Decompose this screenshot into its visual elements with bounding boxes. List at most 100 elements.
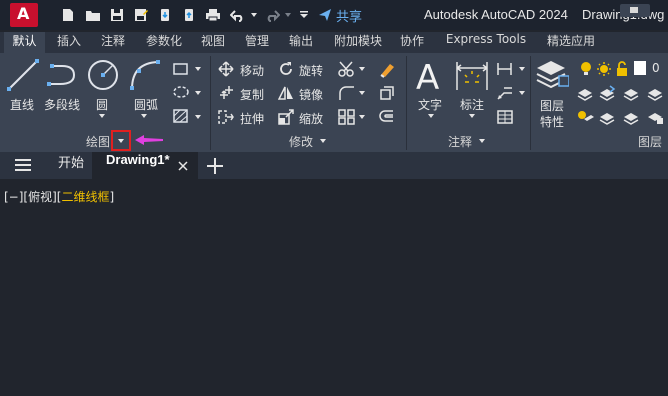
tab-annotate[interactable]: 注释 bbox=[93, 32, 133, 53]
multileader-icon[interactable] bbox=[496, 85, 514, 101]
copy-icon[interactable] bbox=[218, 85, 234, 101]
move-label[interactable]: 移动 bbox=[240, 62, 264, 79]
tab-express-tools[interactable]: Express Tools bbox=[439, 32, 533, 53]
open-icon[interactable] bbox=[82, 0, 104, 30]
layer-properties-label-2[interactable]: 特性 bbox=[540, 113, 564, 130]
viewport-controls[interactable]: [−][俯视][二维线框] bbox=[4, 188, 114, 205]
plot-icon[interactable] bbox=[203, 0, 223, 30]
share-button[interactable]: 共享 bbox=[318, 6, 362, 25]
dimension-label[interactable]: 标注 bbox=[460, 96, 484, 113]
save-icon[interactable] bbox=[107, 0, 127, 30]
offset-icon[interactable] bbox=[378, 108, 396, 126]
scale-icon[interactable] bbox=[278, 109, 294, 125]
visual-style-label[interactable]: 二维线框 bbox=[61, 190, 109, 204]
boundary-dropdown-icon[interactable] bbox=[195, 115, 201, 119]
mirror-label[interactable]: 镜像 bbox=[299, 86, 323, 103]
trim-icon[interactable] bbox=[338, 61, 356, 77]
leader-dropdown-icon[interactable] bbox=[519, 67, 525, 71]
annotation-panel-expand-icon[interactable] bbox=[479, 139, 485, 143]
start-tab[interactable]: 开始 bbox=[58, 152, 84, 179]
text-label[interactable]: 文字 bbox=[418, 96, 442, 113]
text-dropdown-icon[interactable] bbox=[428, 114, 434, 118]
active-document-tab-label[interactable]: Drawing1* bbox=[106, 152, 170, 179]
line-label[interactable]: 直线 bbox=[10, 96, 34, 113]
circle-dropdown-icon[interactable] bbox=[99, 114, 105, 118]
tab-featured-apps[interactable]: 精选应用 bbox=[539, 32, 603, 53]
redo-dropdown-icon[interactable] bbox=[283, 0, 293, 30]
drawing-canvas[interactable] bbox=[0, 179, 668, 396]
trim-dropdown-icon[interactable] bbox=[359, 67, 365, 71]
leader-icon[interactable] bbox=[496, 61, 514, 77]
layer-on-icon[interactable] bbox=[578, 61, 594, 77]
polyline-label[interactable]: 多段线 bbox=[44, 96, 80, 113]
stretch-icon[interactable] bbox=[218, 109, 234, 125]
save-as-icon[interactable] bbox=[131, 0, 151, 30]
layer-unlock-icon[interactable] bbox=[614, 61, 630, 77]
open-web-mobile-icon[interactable] bbox=[155, 0, 175, 30]
layer-freeze-icon[interactable] bbox=[598, 109, 616, 125]
viewport-prefix[interactable]: [−][俯视][ bbox=[4, 190, 61, 204]
layer-match-icon[interactable] bbox=[576, 85, 594, 101]
tab-manage[interactable]: 管理 bbox=[237, 32, 277, 53]
boundary-icon[interactable] bbox=[172, 108, 190, 124]
circle-label[interactable]: 圆 bbox=[96, 96, 108, 113]
array-icon[interactable] bbox=[338, 109, 356, 125]
new-tab-icon[interactable] bbox=[206, 157, 224, 175]
stretch-label[interactable]: 拉伸 bbox=[240, 110, 264, 127]
current-layer-name[interactable]: 0 bbox=[652, 61, 660, 75]
tab-collaborate[interactable]: 协作 bbox=[392, 32, 432, 53]
hatch-dropdown-icon[interactable] bbox=[195, 91, 201, 95]
redo-icon[interactable] bbox=[262, 0, 282, 30]
tab-parametric[interactable]: 参数化 bbox=[138, 32, 190, 53]
save-web-mobile-icon[interactable] bbox=[179, 0, 199, 30]
layer-properties-label-1[interactable]: 图层 bbox=[540, 97, 564, 114]
dimension-dropdown-icon[interactable] bbox=[469, 114, 475, 118]
hatch-icon[interactable] bbox=[172, 84, 190, 100]
explode-icon[interactable] bbox=[378, 84, 396, 102]
mirror-icon[interactable] bbox=[278, 85, 294, 101]
layer-color-swatch[interactable] bbox=[634, 61, 646, 75]
rotate-icon[interactable] bbox=[278, 61, 294, 77]
layer-properties-icon[interactable] bbox=[535, 58, 569, 94]
move-icon[interactable] bbox=[218, 61, 234, 77]
new-icon[interactable] bbox=[58, 0, 78, 30]
ribbon-options-button[interactable] bbox=[620, 4, 650, 17]
dimension-icon[interactable] bbox=[455, 60, 489, 92]
array-dropdown-icon[interactable] bbox=[359, 115, 365, 119]
layer-current-icon[interactable] bbox=[598, 85, 616, 101]
scale-label[interactable]: 缩放 bbox=[299, 110, 323, 127]
undo-icon[interactable] bbox=[228, 0, 248, 30]
arc-label[interactable]: 圆弧 bbox=[134, 96, 158, 113]
text-icon[interactable]: A bbox=[414, 58, 444, 94]
multileader-dropdown-icon[interactable] bbox=[519, 91, 525, 95]
arc-icon[interactable] bbox=[128, 58, 162, 92]
layer-walk-icon[interactable] bbox=[622, 109, 640, 125]
fillet-dropdown-icon[interactable] bbox=[359, 91, 365, 95]
rectangle-dropdown-icon[interactable] bbox=[195, 67, 201, 71]
table-icon[interactable] bbox=[496, 109, 514, 125]
tab-view[interactable]: 视图 bbox=[194, 32, 232, 53]
rectangle-icon[interactable] bbox=[172, 61, 190, 77]
modify-panel-expand-icon[interactable] bbox=[320, 139, 326, 143]
erase-icon[interactable] bbox=[378, 60, 396, 78]
tab-insert[interactable]: 插入 bbox=[49, 32, 89, 53]
copy-label[interactable]: 复制 bbox=[240, 86, 264, 103]
tab-output[interactable]: 输出 bbox=[281, 32, 321, 53]
circle-icon[interactable] bbox=[86, 58, 120, 92]
polyline-icon[interactable] bbox=[46, 62, 80, 88]
tab-home[interactable]: 默认 bbox=[4, 32, 45, 53]
customize-toolbar-icon[interactable] bbox=[297, 0, 311, 30]
rotate-label[interactable]: 旋转 bbox=[299, 62, 323, 79]
layer-lock-icon[interactable] bbox=[646, 109, 664, 125]
undo-dropdown-icon[interactable] bbox=[249, 0, 259, 30]
close-tab-icon[interactable] bbox=[178, 161, 188, 171]
layer-isolate-icon[interactable] bbox=[646, 85, 664, 101]
layer-thaw-icon[interactable] bbox=[596, 61, 612, 77]
arc-dropdown-icon[interactable] bbox=[141, 114, 147, 118]
menu-icon[interactable] bbox=[14, 158, 32, 172]
app-menu-button[interactable]: A bbox=[10, 3, 38, 27]
line-icon[interactable] bbox=[6, 58, 40, 92]
fillet-icon[interactable] bbox=[338, 85, 356, 101]
tab-addins[interactable]: 附加模块 bbox=[327, 32, 389, 53]
layer-previous-icon[interactable] bbox=[622, 85, 640, 101]
